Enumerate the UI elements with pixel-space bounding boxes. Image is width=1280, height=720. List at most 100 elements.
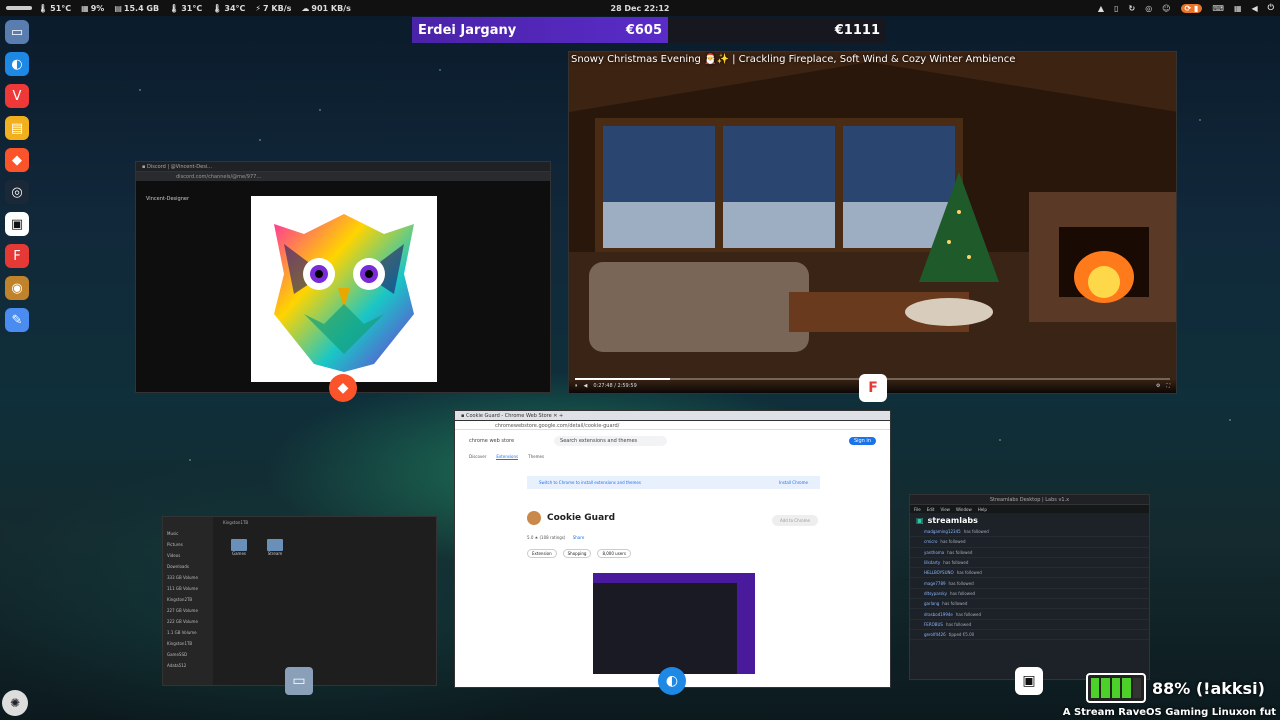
battery-cell xyxy=(1122,678,1131,698)
stream-footer-text: A Stream RaveOS Gaming Linuxon fut xyxy=(1062,707,1276,718)
event-row[interactable]: FEROBUS has followed xyxy=(910,620,1149,630)
menu-item[interactable]: View xyxy=(940,507,950,512)
install-chrome-link[interactable]: Install Chrome xyxy=(779,480,808,485)
tab-extensions[interactable]: Extensions xyxy=(496,454,519,460)
event-row[interactable]: gerolf4426 tipped €5.00 xyxy=(910,630,1149,641)
settings-icon[interactable]: ⚙ xyxy=(1156,383,1160,389)
battery-cell xyxy=(1132,678,1142,698)
video-player-window[interactable]: Snowy Christmas Evening 🎅✨ | Crackling F… xyxy=(568,51,1177,394)
event-user: HELLBOYSUNO xyxy=(924,570,954,576)
event-list: madgaming12345 has followed cmicro has foll… xyxy=(910,527,1149,641)
folder-stream[interactable]: Stream xyxy=(267,539,283,556)
event-row[interactable]: garlang has followed xyxy=(910,599,1149,610)
window-titlebar[interactable]: ▪ Discord | @Vincent-Desi... xyxy=(136,162,550,172)
event-row[interactable]: madgaming12345 has followed xyxy=(910,527,1149,538)
menu-item[interactable]: Edit xyxy=(927,507,935,512)
sidebar-item[interactable]: Pictures xyxy=(167,542,209,547)
user-avatar-icon[interactable]: ✺ xyxy=(2,690,28,716)
address-bar[interactable]: discord.com/channels/@me/977… xyxy=(136,172,550,181)
battery-cell xyxy=(1101,678,1110,698)
app-tray-icon[interactable]: ▯ xyxy=(1114,4,1118,13)
streamlabs-badge-icon: ▣ xyxy=(1015,667,1043,695)
sign-in-button[interactable]: Sign in xyxy=(848,437,876,445)
battery-label: 88% (!akksi) xyxy=(1152,678,1265,698)
folder-games[interactable]: Games xyxy=(231,539,247,556)
sync-icon[interactable]: ↻ xyxy=(1128,4,1135,13)
tag-type[interactable]: Extension xyxy=(527,549,557,558)
event-row[interactable]: cmicro has followed xyxy=(910,537,1149,548)
tab-discover[interactable]: Discover xyxy=(469,454,486,460)
sidebar-item[interactable]: Kingston2TB xyxy=(167,597,209,602)
flipper-badge-icon: F xyxy=(859,374,887,402)
add-to-chrome-button[interactable]: Add to Chrome xyxy=(772,515,818,526)
event-user: FEROBUS xyxy=(924,621,943,627)
rating[interactable]: 5.0 ★ (108 ratings) xyxy=(527,535,565,540)
sidebar-item[interactable]: Adata512 xyxy=(167,663,209,668)
updates-indicator-icon[interactable]: ⟳ ▮ xyxy=(1180,3,1203,13)
sidebar-item[interactable]: 222 GB Volume xyxy=(167,619,209,624)
donor-amount: €605 xyxy=(625,22,662,38)
event-text: has followed xyxy=(956,570,982,576)
web-browser-icon[interactable]: ◐ xyxy=(5,52,29,76)
tab-themes[interactable]: Themes xyxy=(528,454,544,460)
text-editor-icon[interactable]: ✎ xyxy=(5,308,29,332)
address-bar[interactable]: chromewebstore.google.com/detail/cookie-… xyxy=(455,421,890,430)
store-search-input[interactable]: Search extensions and themes xyxy=(554,436,668,446)
files-app-icon[interactable]: ▭ xyxy=(5,20,29,44)
video-title: Snowy Christmas Evening 🎅✨ | Crackling F… xyxy=(571,54,1016,65)
power-icon[interactable]: ⏻ xyxy=(1268,3,1274,13)
volume-icon[interactable]: ◀ xyxy=(1252,4,1258,13)
sidebar-item[interactable]: Downloads xyxy=(167,564,209,569)
notification-icon[interactable]: ▲ xyxy=(1098,4,1104,13)
chrome-web-store-window[interactable]: ▪ Cookie Guard - Chrome Web Store ✕ + ch… xyxy=(454,410,891,688)
event-row[interactable]: HELLBOYSUNO has followed xyxy=(910,568,1149,579)
tag-category[interactable]: Shopping xyxy=(562,549,592,558)
sidebar-item[interactable]: Music xyxy=(167,531,209,536)
play-pause-icon[interactable]: ⏸ xyxy=(575,383,578,389)
event-user: garlang xyxy=(924,601,940,607)
brave-icon[interactable]: ◆ xyxy=(5,148,29,172)
sidebar-item[interactable]: Kingston1TB xyxy=(167,641,209,646)
volume-control-icon[interactable]: ◀ xyxy=(584,383,588,389)
steam-tray-icon[interactable]: ◎ xyxy=(1145,4,1152,13)
file-manager-window[interactable]: Music Pictures Videos Downloads 333 GB Volum… xyxy=(162,516,437,686)
share-link[interactable]: Share xyxy=(573,535,585,540)
store-header: chrome web store Search extensions and t… xyxy=(455,430,890,452)
event-row[interactable]: yanthoma has followed xyxy=(910,548,1149,558)
menu-item[interactable]: Window xyxy=(956,507,972,512)
flipper-icon[interactable]: F xyxy=(5,244,29,268)
sidebar-item[interactable]: 333 GB Volume xyxy=(167,575,209,580)
sidebar-item[interactable]: 111 GB Volume xyxy=(167,586,209,591)
steam-icon[interactable]: ◎ xyxy=(5,180,29,204)
vivaldi-icon[interactable]: V xyxy=(5,84,29,108)
store-brand[interactable]: chrome web store xyxy=(469,438,514,444)
activities-indicator[interactable] xyxy=(6,6,32,10)
battery-cell xyxy=(1111,678,1121,698)
discord-tray-icon[interactable]: ☺ xyxy=(1162,4,1170,13)
menu-item[interactable]: File xyxy=(914,507,921,512)
streamlabs-brand: streamlabs xyxy=(927,515,978,525)
fullscreen-icon[interactable]: ⛶ xyxy=(1166,383,1170,389)
streamlabs-icon[interactable]: ▣ xyxy=(5,212,29,236)
calculator-icon[interactable]: ▤ xyxy=(5,116,29,140)
extension-screenshot[interactable] xyxy=(593,573,755,674)
donation-ticker: Erdei Jargany €605 €1111 xyxy=(412,17,886,43)
discord-image-window[interactable]: ▪ Discord | @Vincent-Desi... discord.com… xyxy=(135,161,551,393)
menu-item[interactable]: Help xyxy=(978,507,987,512)
event-row[interactable]: dltsyparsky has followed xyxy=(910,589,1149,600)
window-titlebar[interactable]: Streamlabs Desktop | Labs v1.x xyxy=(910,495,1149,505)
game-icon[interactable]: ◉ xyxy=(5,276,29,300)
event-row[interactable]: lilkdarty has followed xyxy=(910,558,1149,569)
streamlabs-window[interactable]: Streamlabs Desktop | Labs v1.x File Edit V… xyxy=(909,494,1150,680)
sidebar-item[interactable]: 227 GB Volume xyxy=(167,608,209,613)
top-panel: 🌡 51°C ▦ 9% ▤ 15.4 GB 🌡 31°C 🌡 34°C ⚡ 7 KB/s ☁… xyxy=(0,0,1280,16)
event-row[interactable]: drasbod1994e has followed xyxy=(910,609,1149,620)
sidebar-item[interactable]: 1.1 GB Volume xyxy=(167,630,209,635)
network-icon[interactable]: ▦ xyxy=(1234,4,1242,13)
keyboard-icon[interactable]: ⌨ xyxy=(1212,4,1224,13)
event-row[interactable]: mage7789 has followed xyxy=(910,578,1149,589)
event-text: has followed xyxy=(945,621,972,627)
sidebar-item[interactable]: Videos xyxy=(167,553,209,558)
sidebar-item[interactable]: GameSSD xyxy=(167,652,209,657)
window-titlebar[interactable]: ▪ Cookie Guard - Chrome Web Store ✕ + xyxy=(455,411,890,421)
